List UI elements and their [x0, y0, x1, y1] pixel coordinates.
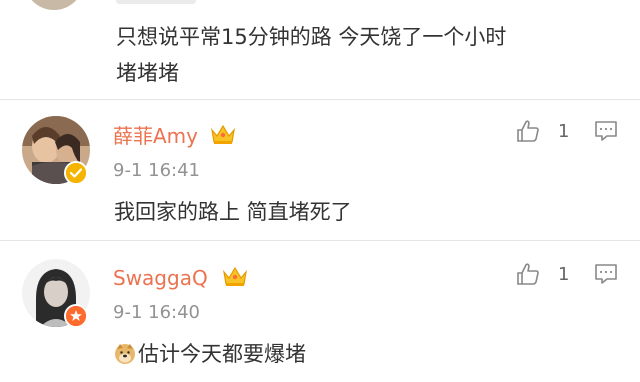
avatar[interactable] — [24, 0, 84, 10]
username[interactable]: 薛菲Amy — [113, 124, 198, 148]
verified-badge-icon — [64, 304, 88, 328]
comment-icon[interactable] — [593, 261, 619, 287]
timestamp: 9-1 16:40 — [113, 302, 200, 323]
doge-emoji-icon — [114, 343, 136, 365]
timestamp: 9-1 16:41 — [113, 160, 200, 181]
comment-text: 估计今天都要爆堵 — [138, 342, 306, 366]
like-count: 1 — [558, 121, 570, 142]
comment-text: 我回家的路上 简直堵死了 — [114, 200, 352, 224]
username[interactable]: SwaggaQ — [113, 266, 208, 290]
comment-text: 只想说平常15分钟的路 今天饶了一个小时 — [116, 25, 507, 49]
like-count: 1 — [558, 264, 570, 285]
comment-text: 堵堵堵 — [116, 61, 179, 85]
comment-body: 估计今天都要爆堵 — [114, 338, 306, 370]
thumbs-up-icon[interactable] — [515, 118, 541, 144]
crown-vip-icon — [222, 264, 248, 288]
crown-vip-icon — [210, 122, 236, 146]
thumbs-up-icon[interactable] — [515, 261, 541, 287]
comment-icon[interactable] — [593, 118, 619, 144]
username-partial — [116, 0, 196, 4]
divider — [0, 99, 640, 100]
divider — [0, 240, 640, 241]
verified-badge-icon — [64, 161, 88, 185]
comment-list: 只想说平常15分钟的路 今天饶了一个小时 堵堵堵 薛菲Amy 9-1 16:41 — [0, 0, 640, 382]
